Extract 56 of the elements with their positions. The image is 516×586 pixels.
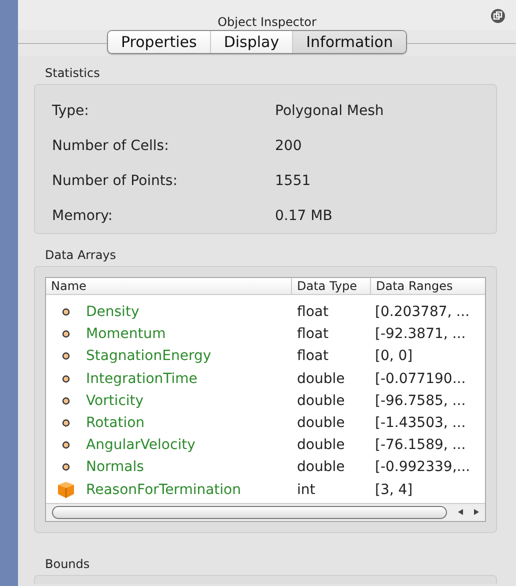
array-name: StagnationEnergy: [86, 348, 212, 364]
array-name: Normals: [86, 459, 145, 476]
data-type-cell-text: int: [297, 482, 316, 498]
data-type-cell-text: double: [297, 437, 346, 454]
stat-value: 200: [275, 138, 302, 154]
window-title: Object Inspector: [218, 15, 316, 30]
tab[interactable]: Information: [293, 31, 406, 53]
data-type-cell-text: double: [297, 370, 346, 387]
stat-label: Memory:: [52, 208, 114, 224]
tab[interactable]: Properties: [108, 31, 211, 53]
scrollbar-thumb[interactable]: [52, 506, 447, 519]
column-header[interactable]: Data Ranges: [371, 278, 485, 294]
section-title: Bounds: [45, 556, 91, 571]
stat-value: 1551: [275, 172, 311, 188]
data-range-cell: [-0.992339,...: [375, 459, 470, 476]
array-name: ReasonForTermination: [86, 482, 242, 498]
stat-value: 0.17 MB: [275, 208, 332, 224]
restore-icon[interactable]: [491, 9, 505, 23]
data-range-cell: [3, 4]: [375, 482, 413, 498]
data-type-cell-text: float: [297, 348, 330, 364]
tab[interactable]: Display: [210, 31, 294, 53]
data-type-cell-text: double: [297, 459, 346, 476]
point-data-icon: [62, 308, 70, 316]
data-type-cell-text: double: [297, 415, 346, 432]
cube-icon: [57, 480, 75, 499]
data-type-cell-text: float: [297, 304, 330, 320]
data-range-cell: [-76.1589, ...: [375, 437, 466, 454]
array-name: Density: [86, 304, 140, 320]
section-title: Statistics: [45, 66, 101, 80]
stat-label: Number of Cells:: [52, 138, 170, 154]
point-data-icon: [62, 374, 70, 383]
data-range-cell: [-96.7585, ...: [375, 392, 466, 409]
stat-label: Number of Points:: [52, 172, 178, 188]
array-name: Rotation: [86, 415, 146, 432]
data-range-cell: [-1.43503, ...: [375, 415, 466, 432]
point-data-icon: [62, 352, 70, 360]
array-name: Vorticity: [86, 392, 145, 409]
point-data-icon: [62, 441, 70, 450]
stat-label: Type:: [52, 102, 90, 118]
point-data-icon: [62, 396, 70, 405]
column-header[interactable]: Name: [46, 278, 292, 294]
data-range-cell: [-0.077190...: [375, 370, 466, 387]
data-type-cell-text: double: [297, 392, 346, 409]
array-name: AngularVelocity: [86, 437, 196, 454]
data-range-cell: [0.203787, ...: [375, 304, 470, 320]
data-range-cell: [-92.3871, ...: [375, 326, 466, 342]
data-type-cell-text: float: [297, 326, 330, 342]
column-header[interactable]: Data Type: [292, 278, 371, 294]
array-name: IntegrationTime: [86, 370, 198, 387]
section-title: Data Arrays: [45, 248, 118, 262]
point-data-icon: [62, 419, 70, 428]
point-data-icon: [62, 330, 70, 338]
point-data-icon: [62, 463, 70, 472]
stat-value: Polygonal Mesh: [275, 102, 384, 118]
array-name: Momentum: [86, 326, 167, 342]
data-range-cell: [0, 0]: [375, 348, 413, 364]
